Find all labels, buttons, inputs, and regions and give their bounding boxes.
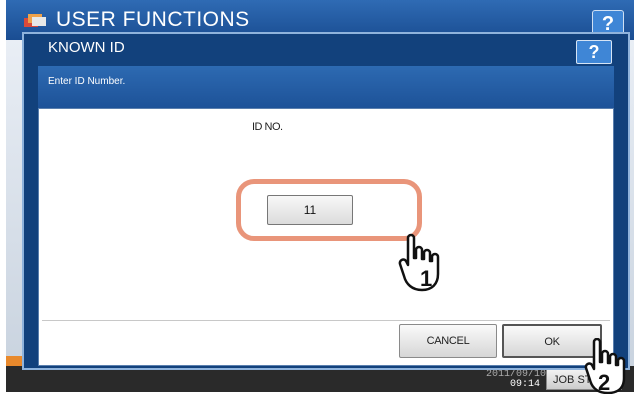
cancel-button[interactable]: CANCEL — [399, 324, 497, 358]
instruction-text: Enter ID Number. — [48, 76, 126, 87]
button-divider — [42, 320, 610, 321]
step-1-label: 1 — [420, 266, 432, 291]
instruction-bar: Enter ID Number. — [38, 66, 614, 108]
clock: 2011/09/10 09:14 — [486, 370, 546, 390]
dialog-title: KNOWN ID — [48, 39, 125, 56]
step-2-label: 2 — [598, 370, 610, 394]
user-functions-icon — [24, 14, 46, 27]
id-number-label: ID NO. — [252, 121, 283, 133]
pointer-hand-icon: 1 — [398, 233, 440, 292]
pointer-hand-icon: 2 — [584, 338, 626, 394]
dialog-help-button[interactable]: ? — [576, 40, 612, 64]
id-number-field[interactable]: 11 — [267, 195, 353, 225]
clock-time: 09:14 — [509, 379, 540, 390]
background-title: USER FUNCTIONS — [56, 8, 250, 31]
